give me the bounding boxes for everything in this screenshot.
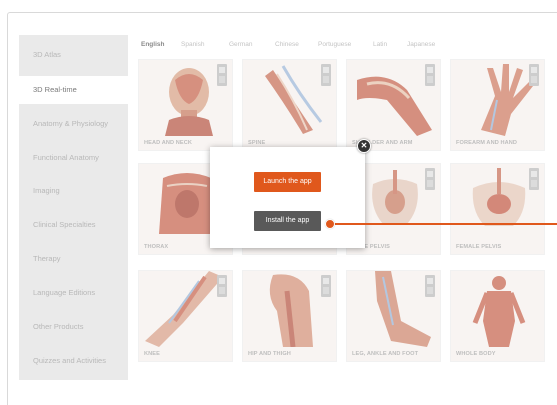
tab-english[interactable]: English [141, 41, 164, 48]
launch-app-button[interactable]: Launch the app [254, 172, 321, 192]
sidebar-item-anatomy-physiology[interactable]: Anatomy & Physiology [19, 110, 128, 138]
sidebar-item-clinical-specialties[interactable]: Clinical Specialties [19, 211, 128, 239]
tab-german[interactable]: German [229, 41, 252, 48]
callout-pointer-dot [325, 219, 335, 229]
tab-spanish[interactable]: Spanish [181, 41, 205, 48]
sidebar-item-3d-atlas[interactable]: 3D Atlas [19, 41, 128, 69]
tab-latin[interactable]: Latin [373, 41, 387, 48]
sidebar-item-other-products[interactable]: Other Products [19, 313, 128, 341]
sidebar-item-therapy[interactable]: Therapy [19, 245, 128, 273]
tab-chinese[interactable]: Chinese [275, 41, 299, 48]
install-app-button[interactable]: Install the app [254, 211, 321, 231]
app-launch-dialog: Launch the app Install the app [210, 147, 365, 248]
sidebar: 3D Atlas 3D Real-time Anatomy & Physiolo… [19, 35, 128, 380]
tab-japanese[interactable]: Japanese [407, 41, 435, 48]
tab-portuguese[interactable]: Portuguese [318, 41, 351, 48]
sidebar-item-language-editions[interactable]: Language Editions [19, 279, 128, 307]
callout-pointer-line [330, 223, 557, 225]
close-icon[interactable]: ✕ [357, 139, 371, 153]
sidebar-item-3d-real-time[interactable]: 3D Real-time [19, 76, 128, 104]
sidebar-item-imaging[interactable]: Imaging [19, 177, 128, 205]
sidebar-item-quizzes-activities[interactable]: Quizzes and Activities [19, 347, 128, 375]
sidebar-item-functional-anatomy[interactable]: Functional Anatomy [19, 144, 128, 172]
